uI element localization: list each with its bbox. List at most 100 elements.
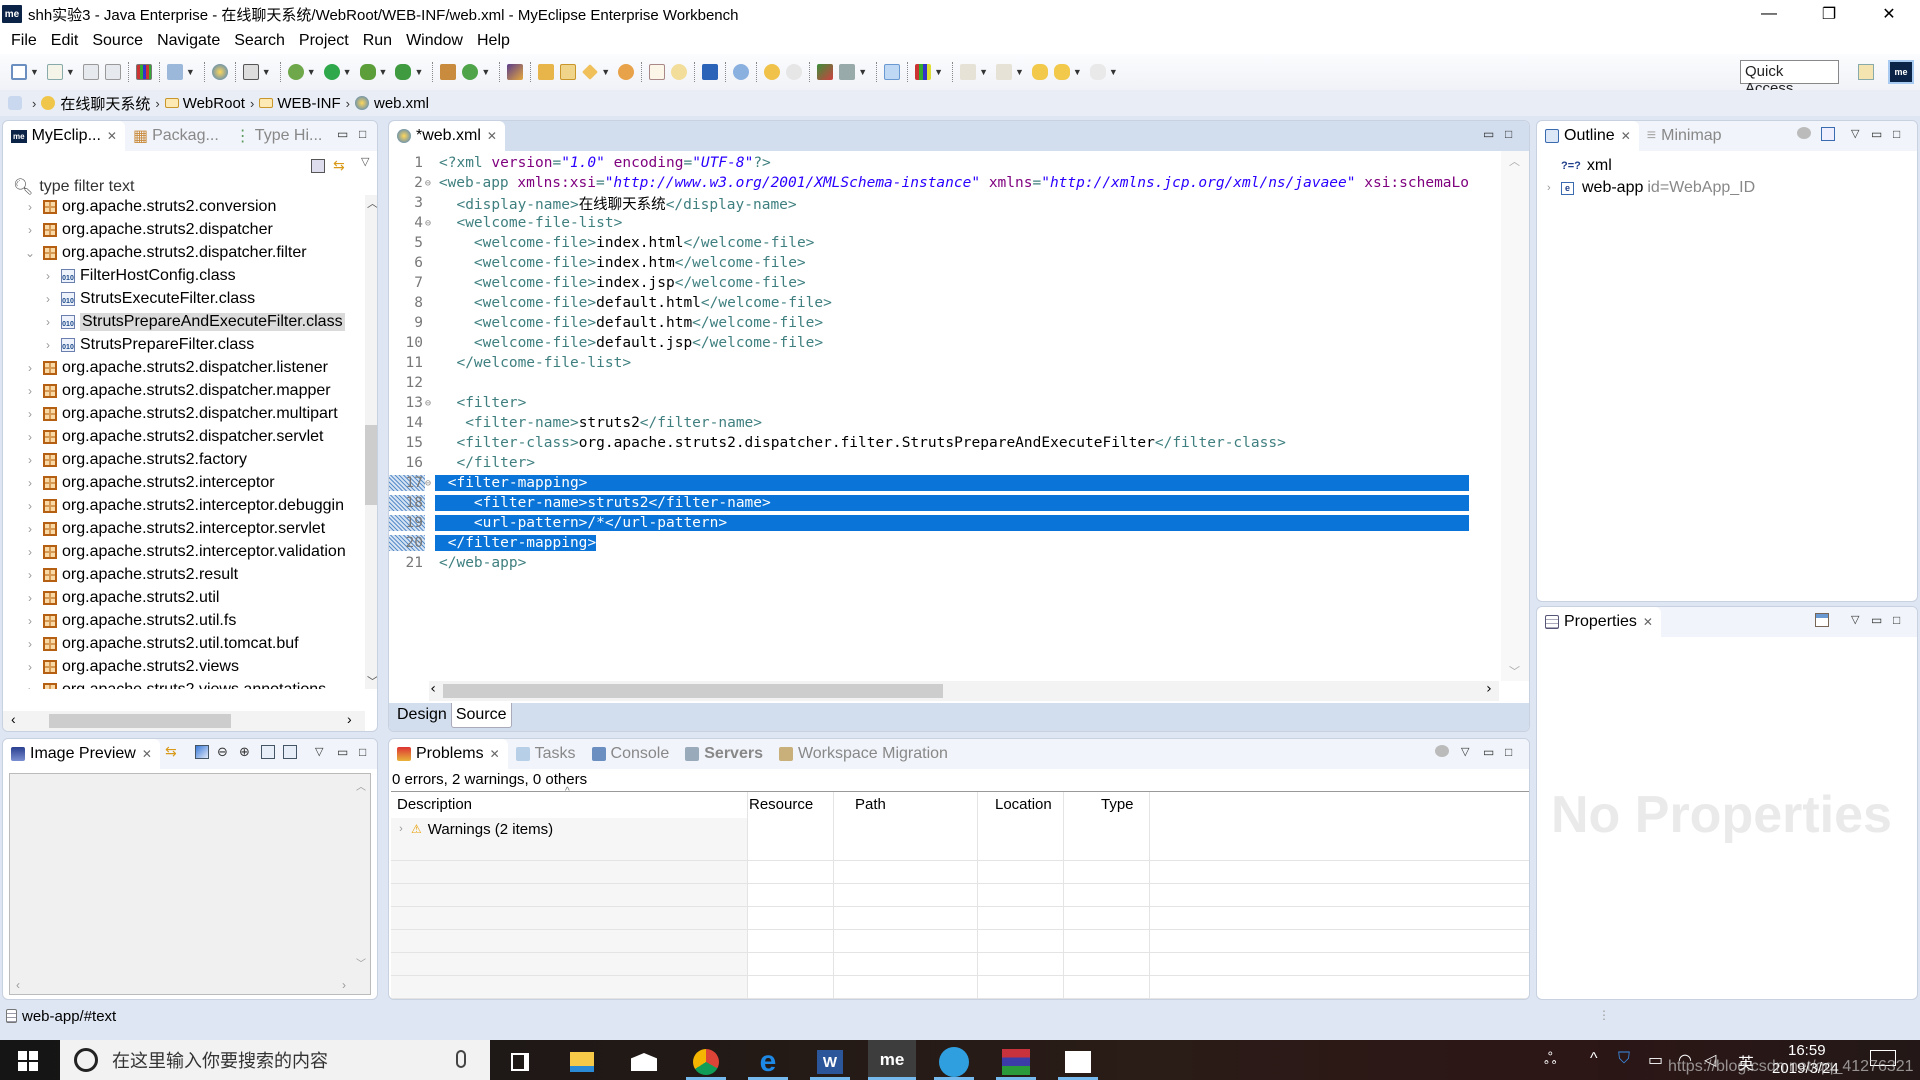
scroll-left-icon[interactable]: ‹ — [11, 711, 16, 727]
external-tools-dropdown-icon[interactable]: ▼ — [414, 67, 423, 77]
code-line[interactable]: 17 ⊖ <filter-mapping> — [389, 473, 1469, 493]
tree-package[interactable]: › org.apache.struts2.dispatcher — [3, 218, 273, 241]
maximize-panel-icon[interactable]: □ — [1893, 127, 1900, 141]
tree-package[interactable]: › org.apache.struts2.views.annotations — [3, 678, 326, 689]
maximize-panel-icon[interactable]: □ — [1893, 613, 1900, 627]
monitor-icon[interactable] — [702, 64, 719, 80]
tree-package[interactable]: › org.apache.struts2.dispatcher.servlet — [3, 425, 323, 448]
scroll-down-icon[interactable]: ﹀ — [1509, 663, 1520, 679]
menu-run[interactable]: Run — [356, 32, 399, 50]
deploy-dropdown-icon[interactable]: ▼ — [186, 67, 195, 77]
next-annotation-dropdown-icon[interactable]: ▼ — [979, 67, 988, 77]
collapse-all-icon[interactable] — [1821, 127, 1835, 141]
minimize-panel-icon[interactable]: ▭ — [1871, 613, 1882, 627]
actual-size-icon[interactable] — [261, 745, 275, 759]
tab-problems[interactable]: Problems ✕ — [389, 739, 508, 769]
forward-icon[interactable] — [1089, 64, 1106, 80]
expand-icon[interactable]: › — [23, 430, 37, 444]
pen-icon[interactable] — [582, 64, 599, 80]
expand-icon[interactable]: › — [23, 614, 37, 628]
zoom-out-icon[interactable]: ⊖ — [217, 744, 228, 760]
maximize-panel-icon[interactable]: □ — [359, 127, 366, 141]
expand-icon[interactable]: › — [23, 499, 37, 513]
editor-vertical-scrollbar[interactable]: ︿ ﹀ — [1501, 151, 1529, 681]
code-line[interactable]: 1 <?xml version="1.0" encoding="UTF-8"?> — [389, 153, 1469, 173]
zoom-in-icon[interactable]: ⊕ — [239, 744, 250, 760]
tab-outline[interactable]: Outline ✕ — [1537, 121, 1639, 151]
close-tab-icon[interactable]: ✕ — [487, 129, 497, 143]
expand-icon[interactable]: › — [23, 407, 37, 421]
expand-icon[interactable]: › — [23, 660, 37, 674]
expand-icon[interactable]: › — [23, 683, 37, 690]
battery-icon[interactable]: ▭ — [1648, 1050, 1663, 1070]
code-line[interactable]: 2 ⊖ <web-app xmlns:xsi="http://www.w3.org/… — [389, 173, 1469, 193]
minimize-panel-icon[interactable]: ▭ — [1483, 745, 1494, 759]
fold-toggle-icon[interactable]: ⊖ — [425, 218, 435, 229]
expand-icon[interactable]: › — [41, 269, 55, 283]
column-type[interactable]: Type — [1101, 796, 1134, 813]
expand-icon[interactable]: › — [23, 200, 37, 214]
people-icon[interactable]: ஃ — [1544, 1050, 1557, 1070]
debug-icon[interactable] — [287, 64, 304, 80]
grid-icon[interactable] — [915, 64, 932, 80]
breadcrumb-web-inf[interactable]: WEB-INF — [277, 95, 340, 112]
db-connect-icon[interactable] — [817, 64, 834, 80]
scrollbar-thumb[interactable] — [49, 714, 231, 728]
code-line[interactable]: 13 ⊖ <filter> — [389, 393, 1469, 413]
expand-icon[interactable]: › — [1547, 182, 1561, 194]
expand-icon[interactable]: › — [41, 292, 55, 306]
collapse-icon[interactable]: ⌄ — [23, 246, 37, 260]
view-menu-icon[interactable]: ▽ — [1461, 745, 1469, 758]
code-line[interactable]: 14 <filter-name>struts2</filter-name> — [389, 413, 1469, 433]
myeclipse-perspective-button[interactable]: me — [1888, 60, 1914, 84]
tree-package[interactable]: › org.apache.struts2.dispatcher.mapper — [3, 379, 331, 402]
problems-row-warnings[interactable]: › ⚠ Warnings (2 items) — [391, 818, 745, 840]
new-icon[interactable] — [11, 64, 27, 80]
edge-button[interactable]: e — [744, 1044, 792, 1080]
taskbar-search[interactable]: 在这里输入你要搜索的内容 — [60, 1040, 490, 1080]
tree-class[interactable]: › 010 StrutsPrepareAndExecuteFilter.class — [3, 310, 345, 333]
task-view-button[interactable] — [496, 1044, 544, 1080]
tab-minimap[interactable]: ≡ Minimap — [1639, 121, 1730, 151]
new-package-icon[interactable] — [440, 64, 457, 80]
run-config-dropdown-icon[interactable]: ▼ — [379, 67, 388, 77]
link-with-editor-icon[interactable]: ⇆ — [333, 157, 345, 174]
tree-package[interactable]: › org.apache.struts2.views — [3, 655, 239, 678]
scroll-up-icon[interactable]: ︿ — [356, 778, 366, 793]
prev-annotation-dropdown-icon[interactable]: ▼ — [1015, 67, 1024, 77]
column-resource[interactable]: Resource — [749, 796, 813, 813]
expand-icon[interactable]: › — [41, 315, 55, 329]
view-menu-icon[interactable]: ▽ — [361, 155, 369, 168]
save-all-icon[interactable] — [104, 64, 121, 80]
server-icon[interactable] — [839, 64, 856, 80]
workspace-icon[interactable] — [8, 96, 22, 110]
tree-package[interactable]: › org.apache.struts2.interceptor.validati… — [3, 540, 346, 563]
scroll-up-icon[interactable]: ︿ — [367, 195, 377, 211]
expand-icon[interactable]: › — [23, 591, 37, 605]
minimize-panel-icon[interactable]: ▭ — [337, 745, 348, 759]
image-icon[interactable] — [195, 745, 209, 759]
minimize-panel-icon[interactable]: ▭ — [1483, 127, 1494, 141]
expand-icon[interactable]: › — [391, 823, 411, 835]
redo-icon[interactable] — [786, 64, 803, 80]
tree-package[interactable]: › org.apache.struts2.factory — [3, 448, 247, 471]
new-class-icon[interactable] — [462, 64, 479, 80]
pin-icon[interactable] — [1815, 613, 1829, 627]
scroll-right-icon[interactable]: › — [1485, 681, 1493, 697]
tab-console[interactable]: Console — [584, 739, 678, 769]
tree-package[interactable]: › org.apache.struts2.util.tomcat.buf — [3, 632, 299, 655]
code-line[interactable]: 3 <display-name>在线聊天系统</display-name> — [389, 193, 1469, 213]
scroll-down-icon[interactable]: ﹀ — [356, 955, 366, 970]
tree-package[interactable]: › org.apache.struts2.util.fs — [3, 609, 236, 632]
tab-tasks[interactable]: Tasks — [508, 739, 584, 769]
back-icon[interactable] — [1053, 64, 1070, 80]
tree-package[interactable]: › org.apache.struts2.result — [3, 563, 238, 586]
fold-toggle-icon[interactable]: ⊖ — [425, 478, 435, 489]
expand-icon[interactable]: › — [23, 384, 37, 398]
tree-package[interactable]: › org.apache.struts2.interceptor.debuggin — [3, 494, 344, 517]
skip-breakpoints-icon[interactable] — [733, 64, 750, 80]
fold-toggle-icon[interactable]: ⊖ — [425, 398, 435, 409]
link-icon[interactable]: ⇆ — [165, 743, 177, 760]
run-dropdown-icon[interactable]: ▼ — [343, 67, 352, 77]
next-annotation-icon[interactable] — [960, 64, 977, 80]
